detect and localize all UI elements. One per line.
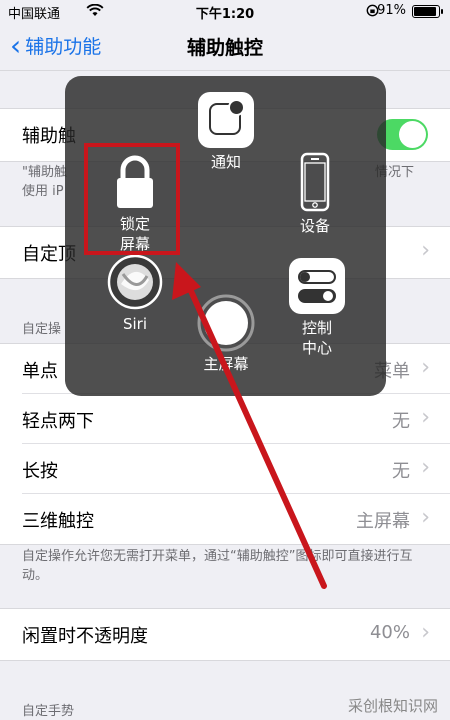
annotation-arrow-icon (172, 262, 327, 589)
watermark: 采创根知识网 (347, 697, 438, 715)
